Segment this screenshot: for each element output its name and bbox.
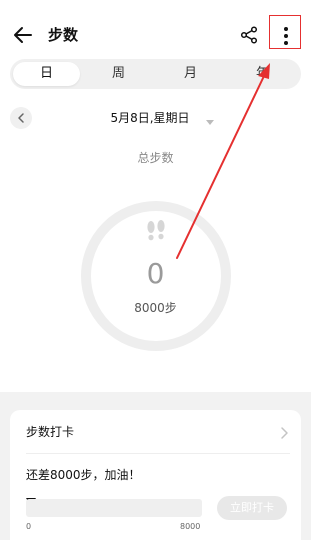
step-goal: 8000步 bbox=[134, 301, 177, 315]
share-button[interactable] bbox=[240, 26, 258, 44]
arrow-left-icon bbox=[14, 27, 32, 43]
divider bbox=[26, 453, 290, 454]
step-count: 0 bbox=[146, 257, 165, 290]
back-button[interactable] bbox=[12, 24, 34, 46]
progress-marker-icon bbox=[26, 491, 36, 506]
caret-down-icon bbox=[206, 120, 214, 125]
remaining-steps-hint: 还差8000步，加油！ bbox=[26, 468, 141, 482]
more-options-button[interactable] bbox=[276, 25, 296, 47]
period-tabs: 日 周 月 年 bbox=[10, 59, 301, 89]
progress-max-label: 8000 bbox=[180, 522, 201, 531]
checkin-button[interactable]: 立即打卡 bbox=[217, 496, 287, 520]
tab-year[interactable]: 年 bbox=[229, 62, 296, 86]
checkin-progress-bar bbox=[26, 499, 202, 517]
progress-min-label: 0 bbox=[26, 522, 32, 531]
tab-day[interactable]: 日 bbox=[13, 62, 80, 86]
page-title: 步数 bbox=[48, 26, 79, 44]
date-dropdown[interactable] bbox=[205, 112, 215, 125]
chevron-left-icon bbox=[18, 113, 24, 123]
more-vertical-icon bbox=[284, 27, 288, 45]
checkin-card: 步数打卡 还差8000步，加油！ 0 8000 立即打卡 bbox=[10, 410, 301, 550]
total-steps-label: 总步数 bbox=[137, 151, 174, 165]
tab-week[interactable]: 周 bbox=[85, 62, 152, 86]
footprints-icon bbox=[143, 218, 169, 244]
checkin-card-title[interactable]: 步数打卡 bbox=[26, 424, 74, 440]
top-bar: 步数 bbox=[0, 0, 311, 56]
checkin-card-open[interactable] bbox=[279, 425, 289, 439]
share-icon bbox=[240, 26, 258, 44]
date-selector[interactable]: 5月8日,星期日 bbox=[100, 110, 200, 126]
tab-month[interactable]: 月 bbox=[157, 62, 224, 86]
previous-date-button[interactable] bbox=[10, 107, 32, 129]
chevron-right-icon bbox=[281, 427, 288, 439]
